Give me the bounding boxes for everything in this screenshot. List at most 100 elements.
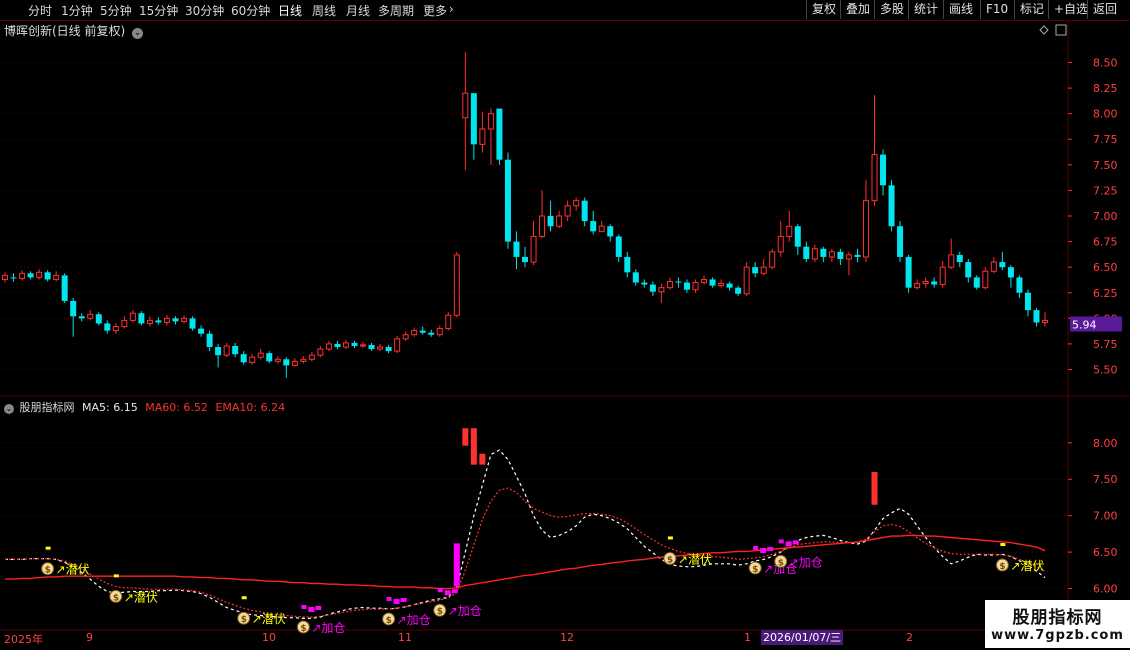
- candle-body: [70, 300, 77, 317]
- signal-marker: [308, 606, 315, 612]
- candle-body: [19, 272, 26, 279]
- candle-body: [1024, 292, 1031, 311]
- stats-button[interactable]: 统计: [908, 0, 943, 19]
- candle-body: [402, 334, 409, 340]
- candle-body: [462, 92, 469, 119]
- signal-marker: [451, 589, 458, 594]
- candle-body: [683, 282, 690, 290]
- x-label: 9: [86, 631, 93, 644]
- more-periods-menu[interactable]: 更多: [423, 2, 447, 19]
- period-tab[interactable]: 60分钟: [231, 2, 270, 19]
- period-tab[interactable]: 5分钟: [100, 2, 132, 19]
- period-tab[interactable]: 30分钟: [185, 2, 224, 19]
- candle-body: [794, 226, 801, 247]
- candle-body: [377, 346, 384, 350]
- candle-body: [803, 246, 810, 259]
- candle-body: [155, 320, 162, 323]
- candle-body: [649, 284, 656, 292]
- candle-body: [786, 225, 793, 237]
- signal-marker: [1000, 543, 1006, 547]
- candle-body: [581, 200, 588, 222]
- candle-body: [198, 328, 205, 334]
- candle-body: [181, 317, 188, 322]
- candle-body: [973, 277, 980, 288]
- candle-body: [189, 318, 196, 329]
- signal-marker: [315, 605, 322, 610]
- multi-stock-button[interactable]: 多股: [874, 0, 909, 19]
- f10-button[interactable]: F10: [980, 0, 1013, 19]
- candle-body: [334, 343, 341, 348]
- period-tab[interactable]: 15分钟: [139, 2, 178, 19]
- candle-body: [615, 236, 622, 257]
- signal-label: ↗潜伏: [1010, 559, 1044, 573]
- candle-body: [905, 256, 912, 288]
- money-bag-symbol: $: [437, 607, 443, 617]
- candle-body: [990, 261, 997, 272]
- candle-body: [811, 248, 818, 260]
- candle-body: [411, 330, 418, 336]
- candle-body: [692, 282, 699, 291]
- indicator-bar: [479, 453, 486, 465]
- signal-marker: [113, 574, 119, 578]
- candle-body: [880, 154, 887, 186]
- signal-label: ↗潜伏: [56, 563, 90, 577]
- signal-marker: [386, 596, 392, 601]
- period-tab[interactable]: 分时: [28, 2, 52, 19]
- overlay-button[interactable]: 叠加: [840, 0, 875, 19]
- period-tab-active[interactable]: 日线: [278, 2, 302, 19]
- candle-body: [215, 347, 222, 356]
- candle-body: [2, 274, 8, 280]
- candle-body: [862, 200, 869, 258]
- candle-body: [308, 354, 315, 360]
- candle-body: [522, 256, 528, 263]
- period-tab[interactable]: 月线: [346, 2, 370, 19]
- candle-body: [249, 356, 256, 363]
- candle-body: [487, 113, 494, 130]
- candle-body: [129, 312, 136, 321]
- candle-body: [726, 283, 733, 288]
- period-tab[interactable]: 1分钟: [61, 2, 93, 19]
- candle-body: [317, 348, 324, 356]
- candle-body: [530, 235, 537, 263]
- candle-body: [845, 254, 852, 260]
- candle-body: [607, 226, 614, 237]
- candle-body: [982, 270, 989, 289]
- money-bag-symbol: $: [999, 562, 1005, 572]
- fuquan-button[interactable]: 复权: [806, 0, 841, 19]
- period-tab[interactable]: 多周期: [378, 2, 414, 19]
- candle-body: [743, 266, 750, 295]
- period-tab[interactable]: 周线: [312, 2, 336, 19]
- candle-body: [777, 235, 784, 253]
- candle-body: [436, 328, 443, 336]
- candle-body: [590, 221, 597, 232]
- y-tick-label: 7.00: [1093, 210, 1118, 223]
- candle-body: [837, 251, 844, 259]
- chart-canvas[interactable]: 8.50 8.25 8.00 7.75 7.50 7.25 7.00 6.75 6.50 6.25…: [0, 20, 1130, 650]
- candle-body: [1016, 277, 1023, 293]
- candle-body: [624, 256, 631, 273]
- last-price-value: 5.94: [1072, 318, 1097, 331]
- candle-body: [999, 262, 1006, 268]
- candle-body: [36, 271, 43, 278]
- draw-line-button[interactable]: 画线: [943, 0, 978, 19]
- signal-marker: [778, 539, 784, 544]
- signal-label: ↗加仓: [448, 604, 482, 618]
- candle-body: [428, 332, 435, 335]
- signal-marker: [437, 588, 443, 593]
- x-label: 2: [906, 631, 913, 644]
- y-tick-label: 7.50: [1093, 159, 1118, 172]
- indicator-bar: [470, 428, 477, 465]
- candle-body: [27, 273, 34, 278]
- y-tick-label: 6.75: [1093, 236, 1118, 249]
- money-bag-symbol: $: [300, 624, 306, 634]
- candle-body: [854, 254, 861, 257]
- back-button[interactable]: 返回: [1087, 0, 1122, 19]
- candle-body: [760, 266, 767, 274]
- y-tick-label: 8.00: [1093, 437, 1118, 450]
- signal-marker: [45, 546, 51, 550]
- candle-body: [1042, 319, 1048, 323]
- mark-button[interactable]: 标记: [1014, 0, 1049, 19]
- candle-body: [897, 226, 904, 257]
- candle-body: [300, 358, 307, 362]
- signal-label: ↗潜伏: [252, 612, 286, 626]
